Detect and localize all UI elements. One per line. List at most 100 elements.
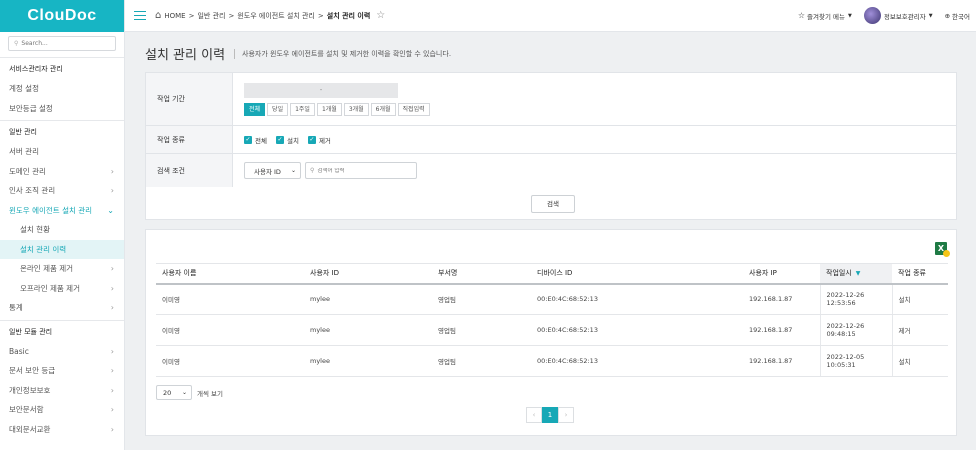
breadcrumb-home[interactable]: HOME — [164, 12, 185, 20]
sidebar-item-label: 서버 관리 — [9, 147, 39, 156]
period-button-today[interactable]: 당일 — [267, 102, 289, 116]
page-size-select[interactable]: 20 ⌄ — [156, 385, 192, 400]
column-header-user-id[interactable]: 사용자 ID — [304, 263, 432, 285]
search-button[interactable]: 검색 — [531, 195, 575, 213]
check-icon: ✓ — [307, 135, 316, 144]
page-description: 사용자가 윈도우 에이전트를 설치 및 제거한 이력을 확인할 수 있습니다. — [234, 48, 451, 59]
cell-user-ip: 192.168.1.87 — [743, 283, 820, 315]
sidebar-item-basic[interactable]: Basic › — [0, 342, 124, 362]
next-page-button[interactable]: › — [558, 407, 574, 423]
keyword-field[interactable]: ⚲ — [305, 162, 417, 179]
user-menu[interactable]: 정보보호관리자 ▼ — [863, 7, 933, 24]
period-button-6months[interactable]: 6개월 — [370, 102, 396, 116]
chevron-right-icon: › — [110, 366, 114, 375]
page-button-current[interactable]: 1 — [542, 407, 558, 423]
chevron-right-icon: › — [110, 346, 114, 356]
column-header-user-ip[interactable]: 사용자 IP — [743, 263, 820, 285]
period-button-custom[interactable]: 직접입력 — [397, 102, 430, 116]
table-header-row: 사용자 이름 사용자 ID 부서명 디바이스 ID 사용자 IP 작업일시 ▼ 작… — [156, 263, 948, 285]
user-name: 정보보호관리자 — [883, 12, 926, 21]
search-icon: ⚲ — [14, 40, 19, 47]
checkbox-all[interactable]: ✓ 전체 — [244, 135, 267, 145]
prev-page-button[interactable]: ‹ — [526, 407, 542, 423]
chevron-right-icon: › — [110, 303, 114, 312]
page-title: 설치 관리 이력 — [145, 48, 226, 63]
home-icon[interactable]: ⌂ — [155, 10, 161, 21]
sidebar-item-security-level[interactable]: 보안등급 설정 — [0, 99, 124, 119]
column-header-work-type[interactable]: 작업 종류 — [892, 263, 948, 285]
period-button-1month[interactable]: 1개월 — [316, 102, 342, 116]
sidebar-item-privacy[interactable]: 개인정보보호 › — [0, 381, 124, 401]
sidebar-item-doc-security[interactable]: 문서 보안 등급 › — [0, 361, 124, 381]
table-row[interactable]: 이미영 mylee 영업팀 00:E0:4C:68:52:13 192.168.… — [156, 345, 948, 377]
condition-select[interactable]: 사용자 ID ⌄ — [244, 162, 301, 179]
sidebar-item-online-remove[interactable]: 온라인 제품 제거 › — [0, 259, 124, 279]
favorites-label: 즐겨찾기 메뉴 — [807, 12, 845, 21]
sidebar-section-title: 일반 모듈 관리 — [9, 327, 53, 336]
filter-label: 작업 종류 — [146, 126, 233, 153]
checkbox-install[interactable]: ✓ 설치 — [275, 135, 299, 145]
period-button-3months[interactable]: 3개월 — [343, 102, 369, 116]
cell-department: 영업팀 — [432, 283, 531, 315]
period-button-1week[interactable]: 1주일 — [290, 102, 315, 116]
top-right-menu: ☆ 즐겨찾기 메뉴 ▼ 정보보호관리자 ▼ ⊕ 한국어 — [786, 7, 970, 24]
breadcrumb: ⌂ HOME > 일반 관리 > 윈도우 에이전트 설치 관리 > 설치 관리 … — [155, 10, 385, 21]
sidebar-item-label: 통계 — [9, 303, 23, 312]
sidebar-search-input[interactable] — [21, 40, 112, 47]
cell-work-type: 설치 — [892, 283, 948, 315]
sidebar-item-label: 계정 설정 — [9, 84, 39, 93]
cell-work-date: 2022-12-26 09:48:15 — [819, 314, 893, 346]
sidebar-item-stats[interactable]: 통계 › — [0, 298, 124, 318]
avatar — [863, 7, 881, 24]
column-header-device-id[interactable]: 디바이스 ID — [531, 263, 743, 285]
caret-down-icon: ▼ — [848, 12, 852, 19]
language-label: 한국어 — [952, 12, 970, 21]
sidebar-section-title: 일반 관리 — [9, 128, 37, 136]
period-button-all[interactable]: 전체 — [244, 102, 266, 116]
column-header-user-name[interactable]: 사용자 이름 — [156, 263, 304, 285]
sidebar-search[interactable]: ⚲ — [8, 36, 116, 51]
cell-device-id: 00:E0:4C:68:52:13 — [531, 314, 743, 346]
app-logo[interactable]: ClouDoc — [0, 0, 124, 32]
keyword-input[interactable] — [317, 167, 408, 174]
column-header-work-date[interactable]: 작업일시 ▼ — [820, 263, 892, 285]
excel-download-icon[interactable]: X — [935, 242, 950, 257]
check-icon: ✓ — [244, 135, 252, 144]
breadcrumb-separator: > — [188, 11, 195, 20]
date-range-input[interactable]: - — [244, 82, 398, 98]
caret-down-icon: ▼ — [928, 12, 933, 19]
cell-department: 영업팀 — [432, 345, 531, 377]
filter-row-type: 작업 종류 ✓ 전체 ✓ 설치 ✓ 제거 — [146, 126, 956, 154]
hamburger-menu-icon[interactable] — [134, 8, 146, 23]
cell-user-ip: 192.168.1.87 — [743, 314, 820, 346]
sidebar-item-label: 보안문서함 — [9, 405, 44, 414]
sidebar: ClouDoc ⚲ 서비스관리자 관리 계정 설정 보안등급 설정 일반 관리 … — [0, 0, 125, 450]
sidebar-item-offline-remove[interactable]: 오프라인 제품 제거 › — [0, 279, 124, 299]
period-buttons: 전체 당일 1주일 1개월 3개월 6개월 직접입력 — [244, 102, 956, 116]
sidebar-item-agent-install[interactable]: 윈도우 에이전트 설치 관리 ⌄ — [0, 201, 124, 221]
sidebar-item-hr-org[interactable]: 인사 조직 관리 › — [0, 181, 124, 201]
sidebar-item-install-status[interactable]: 설치 현황 — [0, 220, 124, 240]
cell-time: 09:48:15 — [826, 330, 856, 338]
chevron-right-icon: › — [110, 186, 114, 195]
chevron-right-icon: › — [110, 283, 114, 293]
checkbox-remove[interactable]: ✓ 제거 — [307, 135, 331, 145]
cell-department: 영업팀 — [432, 314, 531, 346]
table-row[interactable]: 이미영 mylee 영업팀 00:E0:4C:68:52:13 192.168.… — [156, 314, 948, 346]
language-menu[interactable]: ⊕ 한국어 — [945, 11, 970, 21]
breadcrumb-agent[interactable]: 윈도우 에이전트 설치 관리 — [237, 11, 315, 21]
cell-work-type: 설치 — [892, 345, 948, 377]
column-header-department[interactable]: 부서명 — [432, 263, 531, 285]
table-row[interactable]: 이미영 mylee 영업팀 00:E0:4C:68:52:13 192.168.… — [156, 283, 948, 315]
cell-user-id: mylee — [304, 283, 432, 315]
sidebar-item-external-exchange[interactable]: 대외문서교환 › — [0, 420, 124, 440]
sidebar-item-domain[interactable]: 도메인 관리 › — [0, 162, 124, 182]
sidebar-item-label: 오프라인 제품 제거 — [20, 283, 80, 293]
sidebar-item-account-settings[interactable]: 계정 설정 — [0, 79, 124, 99]
sidebar-item-server[interactable]: 서버 관리 — [0, 142, 124, 162]
sidebar-item-install-history[interactable]: 설치 관리 이력 — [0, 239, 124, 259]
sidebar-item-secure-box[interactable]: 보안문서함 › — [0, 400, 124, 420]
favorites-menu[interactable]: ☆ 즐겨찾기 메뉴 ▼ — [798, 11, 852, 21]
breadcrumb-general[interactable]: 일반 관리 — [197, 11, 225, 21]
star-icon[interactable]: ☆ — [376, 10, 385, 21]
